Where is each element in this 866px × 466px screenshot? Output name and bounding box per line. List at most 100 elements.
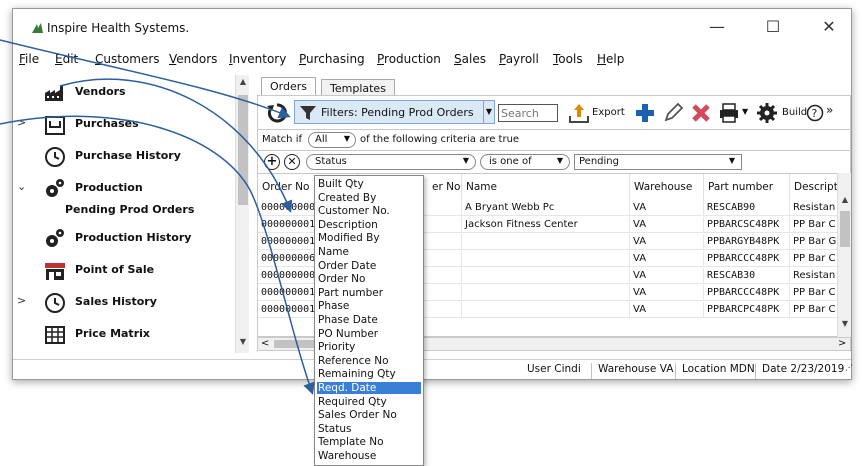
menu-tools[interactable]: Tools — [553, 52, 583, 66]
history-icon — [45, 147, 65, 167]
criteria-value-select[interactable]: Pending ▼ — [574, 154, 742, 170]
maximize-button[interactable]: ☐ — [751, 15, 795, 39]
dropdown-option[interactable]: Phase Date — [317, 314, 421, 326]
dropdown-option[interactable]: Reference No — [317, 355, 421, 367]
dropdown-option[interactable]: Built Qty — [317, 178, 421, 190]
scroll-left-icon[interactable]: < — [261, 338, 269, 349]
edit-pencil-icon[interactable] — [662, 102, 684, 124]
help-icon[interactable]: ? — [806, 104, 824, 122]
print-icon[interactable] — [718, 102, 740, 124]
resize-grip-icon[interactable]: ⋰ — [839, 363, 853, 379]
criteria-operator-value: is one of — [489, 156, 532, 167]
chevron-down-icon: ▼ — [556, 156, 563, 165]
menu-inventory[interactable]: Inventory — [229, 52, 286, 66]
sidebar-item-production-history[interactable]: Production History — [13, 225, 235, 253]
menu-production[interactable]: Production — [377, 52, 441, 66]
refresh-icon[interactable] — [266, 102, 288, 124]
filter-label: Filters: Pending Prod Orders — [321, 106, 474, 119]
sidebar-item-purchases[interactable]: > Purchases — [13, 111, 235, 139]
delete-icon[interactable] — [690, 102, 712, 124]
scroll-up-icon[interactable]: ▲ — [839, 195, 851, 209]
scroll-thumb[interactable] — [840, 211, 850, 247]
scroll-right-icon[interactable]: > — [838, 338, 846, 349]
add-icon[interactable] — [634, 102, 656, 124]
gears-icon — [46, 179, 64, 197]
dropdown-option[interactable]: Created By — [317, 192, 421, 204]
filter-dropdown-arrow[interactable]: ▼ — [483, 100, 495, 124]
criteria-operator-select[interactable]: is one of ▼ — [480, 154, 570, 170]
dropdown-option[interactable]: Priority — [317, 341, 421, 353]
tab-orders[interactable]: Orders — [261, 77, 316, 95]
dropdown-option[interactable]: Remaining Qty — [317, 368, 421, 380]
column-header-name[interactable]: Name — [462, 174, 630, 200]
sidebar-item-purchase-history[interactable]: Purchase History — [13, 143, 235, 171]
overflow-icon[interactable]: » — [826, 103, 833, 117]
chevron-right-icon[interactable]: > — [17, 116, 26, 129]
sidebar-scrollbar[interactable]: ▲ ▼ — [235, 75, 249, 353]
dropdown-option[interactable]: Part number — [317, 287, 421, 299]
export-icon[interactable] — [568, 102, 590, 124]
dropdown-option[interactable]: Phase — [317, 300, 421, 312]
dropdown-option[interactable]: PO Number — [317, 328, 421, 340]
menu-sales[interactable]: Sales — [454, 52, 486, 66]
menu-payroll[interactable]: Payroll — [499, 52, 539, 66]
menu-edit[interactable]: Edit — [55, 52, 78, 66]
cell-part-number: PPBARCCC48PK — [704, 285, 790, 301]
scroll-down-icon[interactable]: ▼ — [839, 319, 851, 333]
chevron-down-icon[interactable]: ⌄ — [17, 180, 26, 193]
criteria-field-select[interactable]: Status ▼ — [306, 154, 476, 170]
build-gear-icon[interactable] — [756, 102, 778, 124]
chevron-right-icon[interactable]: > — [17, 294, 26, 307]
sidebar-item-sales-history[interactable]: > Sales History — [13, 289, 235, 317]
dropdown-option[interactable]: Name — [317, 246, 421, 258]
menu-file[interactable]: File — [19, 52, 39, 66]
menu-purchasing[interactable]: Purchasing — [299, 52, 365, 66]
remove-criteria-icon[interactable]: ✕ — [284, 154, 300, 170]
purchases-icon — [45, 116, 65, 135]
column-header-part-number[interactable]: Part number — [704, 174, 790, 200]
tab-templates[interactable]: Templates — [321, 79, 395, 95]
history-icon — [45, 293, 65, 313]
dropdown-option[interactable]: Description — [317, 219, 421, 231]
dropdown-option[interactable]: Sales Order No — [317, 409, 421, 421]
cell-warehouse: VA — [630, 268, 704, 284]
dropdown-option[interactable]: Order No — [317, 273, 421, 285]
export-label[interactable]: Export — [592, 107, 625, 118]
minimize-button[interactable]: — — [695, 15, 739, 39]
search-input[interactable] — [498, 104, 558, 122]
match-mode-select[interactable]: All ▼ — [308, 132, 356, 148]
sidebar-item-vendors[interactable]: Vendors — [13, 79, 235, 107]
dropdown-option[interactable]: Template No — [317, 436, 421, 448]
dropdown-option[interactable]: Order Date — [317, 260, 421, 272]
add-criteria-icon[interactable]: + — [264, 154, 280, 170]
dropdown-option[interactable]: Required Qty — [317, 396, 421, 408]
chevron-down-icon: ▼ — [728, 156, 735, 165]
print-dropdown-icon[interactable]: ▼ — [742, 107, 748, 116]
dropdown-option[interactable]: Customer No. — [317, 205, 421, 217]
dropdown-option[interactable]: Reqd. Date — [317, 382, 421, 394]
menu-customers[interactable]: Customers — [95, 52, 160, 66]
cell-name — [462, 234, 630, 250]
sidebar-item-point-of-sale[interactable]: Point of Sale — [13, 257, 235, 285]
filter-button[interactable]: Filters: Pending Prod Orders — [294, 100, 484, 124]
dropdown-option[interactable]: Modified By — [317, 232, 421, 244]
table-grid-icon — [45, 326, 65, 344]
table-vertical-scrollbar[interactable]: ▲ ▼ — [837, 173, 851, 337]
sidebar-item-label: Point of Sale — [75, 263, 155, 276]
status-warehouse: Warehouse VA — [591, 363, 673, 379]
match-mode-value: All — [315, 134, 328, 145]
sidebar-item-price-matrix[interactable]: Price Matrix — [13, 321, 235, 349]
scroll-up-icon[interactable]: ▲ — [237, 77, 249, 91]
close-button[interactable]: ✕ — [807, 15, 851, 39]
dropdown-option[interactable]: Warehouse — [317, 450, 421, 462]
sidebar-item-production[interactable]: ⌄ Production — [13, 175, 235, 203]
build-label[interactable]: Build — [782, 107, 807, 118]
scroll-down-icon[interactable]: ▼ — [237, 337, 249, 351]
app-logo-icon — [32, 23, 43, 33]
scroll-thumb[interactable] — [238, 95, 248, 205]
column-header-warehouse[interactable]: Warehouse — [630, 174, 704, 200]
menu-help[interactable]: Help — [597, 52, 624, 66]
menu-vendors[interactable]: Vendors — [169, 52, 217, 66]
sidebar-item-pending-prod-orders[interactable]: Pending Prod Orders — [13, 201, 235, 219]
dropdown-option[interactable]: Status — [317, 423, 421, 435]
